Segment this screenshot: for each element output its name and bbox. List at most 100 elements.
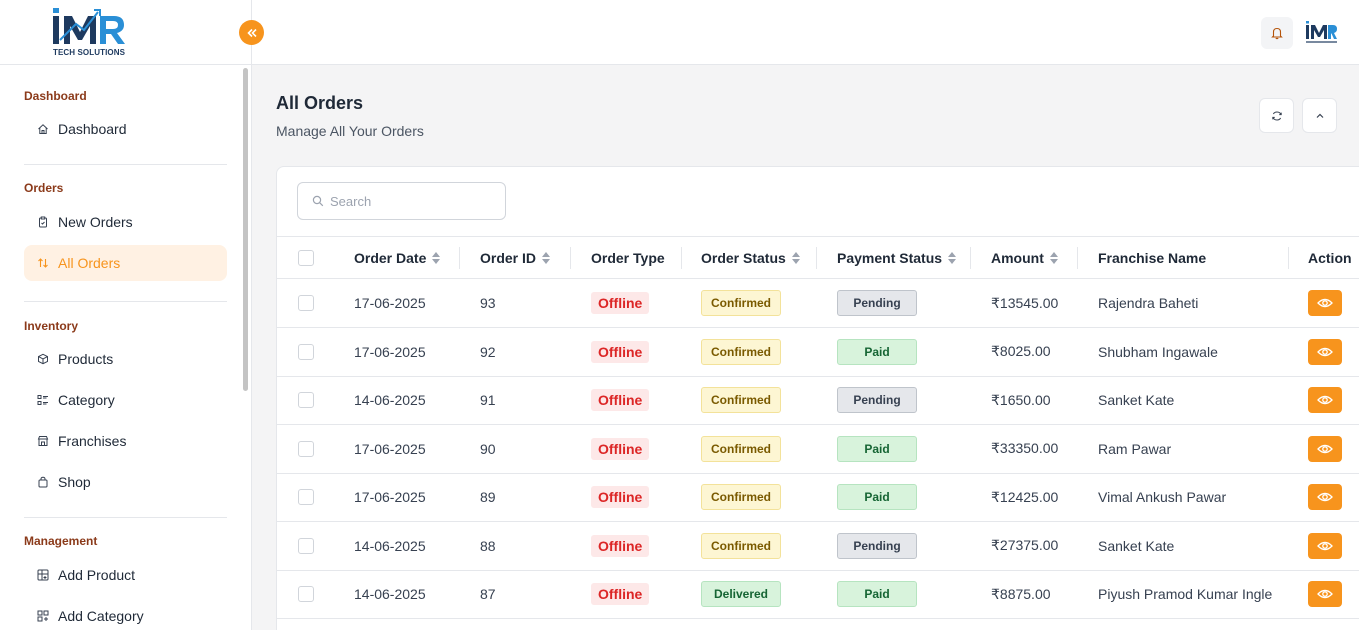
view-order-button[interactable] (1308, 484, 1342, 510)
sidebar-nav: Dashboard Dashboard Orders New Orders Al… (0, 65, 251, 630)
order-date-cell: 17-06-2025 (354, 295, 426, 311)
search-input[interactable] (330, 193, 490, 209)
sort-arrows-icon (36, 256, 50, 270)
shopping-bag-icon (36, 475, 50, 489)
store-icon (36, 434, 50, 448)
view-order-button[interactable] (1308, 338, 1342, 365)
sidebar-item-label: Franchises (58, 433, 127, 449)
sort-icon[interactable] (1049, 251, 1058, 264)
view-order-button[interactable] (1308, 532, 1342, 559)
search-box[interactable] (297, 182, 506, 220)
user-avatar[interactable] (1304, 18, 1338, 46)
sort-icon[interactable] (948, 251, 957, 264)
payment-status-badge: Pending (837, 290, 917, 316)
column-header-order-status[interactable]: Order Status (701, 237, 800, 278)
sort-icon[interactable] (432, 251, 441, 264)
row-checkbox[interactable] (298, 440, 314, 457)
sidebar-item-label: Dashboard (58, 121, 127, 137)
sidebar-item-franchises[interactable]: Franchises (24, 423, 227, 459)
row-checkbox[interactable] (298, 295, 314, 311)
order-type-cell: Offline (591, 425, 650, 473)
collapse-sidebar-button[interactable] (239, 20, 264, 45)
grid-plus-icon (36, 568, 50, 582)
view-order-button[interactable] (1308, 387, 1342, 413)
table-row[interactable]: 14-06-2025 87 Offline Delivered Paid ₹8875.00… (277, 570, 1359, 619)
table-row[interactable]: 17-06-2025 92 Offline Confirmed Paid ₹8025.00… (277, 328, 1359, 377)
amount-cell: ₹8875.00 (991, 585, 1051, 602)
table-row[interactable]: 17-06-2025 90 Offline Confirmed Paid ₹33350.0… (277, 425, 1359, 474)
eye-icon (1317, 444, 1333, 453)
sidebar-item-shop[interactable]: Shop (24, 464, 227, 500)
order-type-cell: Offline (591, 328, 650, 376)
notifications-button[interactable] (1261, 17, 1293, 49)
table-row[interactable]: 17-06-2025 93 Offline Confirmed Pending ₹1354… (277, 279, 1359, 328)
column-header-order-date[interactable]: Order Date (354, 237, 441, 278)
view-order-button[interactable] (1308, 290, 1342, 316)
order-type-cell: Offline (591, 473, 650, 521)
refresh-button[interactable] (1259, 98, 1294, 133)
order-id-cell: 90 (480, 440, 496, 457)
sort-icon[interactable] (542, 251, 551, 264)
topbar (252, 0, 1359, 65)
bell-icon (1271, 27, 1283, 40)
payment-status-cell: Paid (837, 473, 917, 521)
row-checkbox[interactable] (298, 489, 314, 505)
payment-status-badge: Pending (837, 532, 917, 559)
column-header-action: Action (1308, 237, 1352, 278)
sidebar-item-dashboard[interactable]: Dashboard (24, 111, 227, 147)
franchise-name-cell: Sanket Kate (1098, 392, 1175, 408)
sidebar-item-new-orders[interactable]: New Orders (24, 204, 227, 240)
order-type-badge: Offline (591, 583, 650, 605)
sidebar-item-label: Add Product (58, 567, 136, 583)
select-all-checkbox[interactable] (298, 249, 314, 266)
sidebar-item-label: All Orders (58, 255, 121, 271)
row-checkbox[interactable] (298, 343, 314, 360)
sidebar-scrollbar[interactable] (243, 68, 248, 391)
row-checkbox-cell (298, 570, 314, 618)
payment-status-cell: Paid (837, 570, 917, 618)
clipboard-icon (36, 215, 50, 229)
order-status-badge: Confirmed (701, 387, 781, 413)
row-checkbox[interactable] (298, 586, 314, 602)
franchise-name-cell: Sanket Kate (1098, 537, 1175, 554)
section-title-dashboard: Dashboard (24, 89, 87, 103)
page-subtitle: Manage All Your Orders (276, 123, 424, 139)
payment-status-cell: Paid (837, 425, 917, 473)
order-type-badge: Offline (591, 534, 650, 557)
collapse-panel-button[interactable] (1302, 98, 1337, 133)
amount-cell: ₹12425.00 (991, 488, 1059, 505)
action-cell (1308, 473, 1342, 521)
sidebar-item-category[interactable]: Category (24, 382, 227, 418)
sidebar-item-add-category[interactable]: Add Category (24, 598, 227, 630)
brand-logo[interactable]: TECH SOLUTIONS (50, 6, 130, 58)
franchise-name-cell: Vimal Ankush Pawar (1098, 489, 1227, 505)
order-status-cell: Confirmed (701, 376, 781, 424)
column-header-label: Order Status (701, 249, 786, 266)
action-cell (1308, 376, 1342, 424)
table-row[interactable]: 14-06-2025 91 Offline Confirmed Pending ₹1650… (277, 376, 1359, 425)
sort-icon[interactable] (791, 251, 800, 264)
column-header-label: Order Date (354, 249, 427, 266)
column-header-label: Action (1308, 249, 1352, 266)
table-row[interactable]: 14-06-2025 88 Offline Confirmed Pending ₹2737… (277, 522, 1359, 571)
payment-status-badge: Paid (837, 338, 917, 365)
view-order-button[interactable] (1308, 581, 1342, 607)
row-checkbox[interactable] (298, 392, 314, 408)
payment-status-cell: Paid (837, 328, 917, 376)
order-type-badge: Offline (591, 340, 650, 363)
home-icon (36, 122, 50, 136)
column-header-amount[interactable]: Amount (991, 237, 1058, 278)
sidebar-item-add-product[interactable]: Add Product (24, 557, 227, 593)
table-row[interactable]: 17-06-2025 89 Offline Confirmed Paid ₹12425.0… (277, 473, 1359, 522)
sidebar-item-products[interactable]: Products (24, 341, 227, 377)
column-separator (970, 247, 971, 269)
column-header-payment-status[interactable]: Payment Status (837, 237, 957, 278)
sidebar-item-all-orders[interactable]: All Orders (24, 245, 227, 281)
order-status-badge: Confirmed (701, 338, 781, 365)
column-header-order-id[interactable]: Order ID (480, 237, 551, 278)
chevron-up-icon (1316, 113, 1323, 118)
view-order-button[interactable] (1308, 435, 1342, 462)
row-checkbox[interactable] (298, 537, 314, 554)
order-date-cell: 17-06-2025 (354, 343, 426, 360)
eye-icon (1317, 298, 1333, 308)
